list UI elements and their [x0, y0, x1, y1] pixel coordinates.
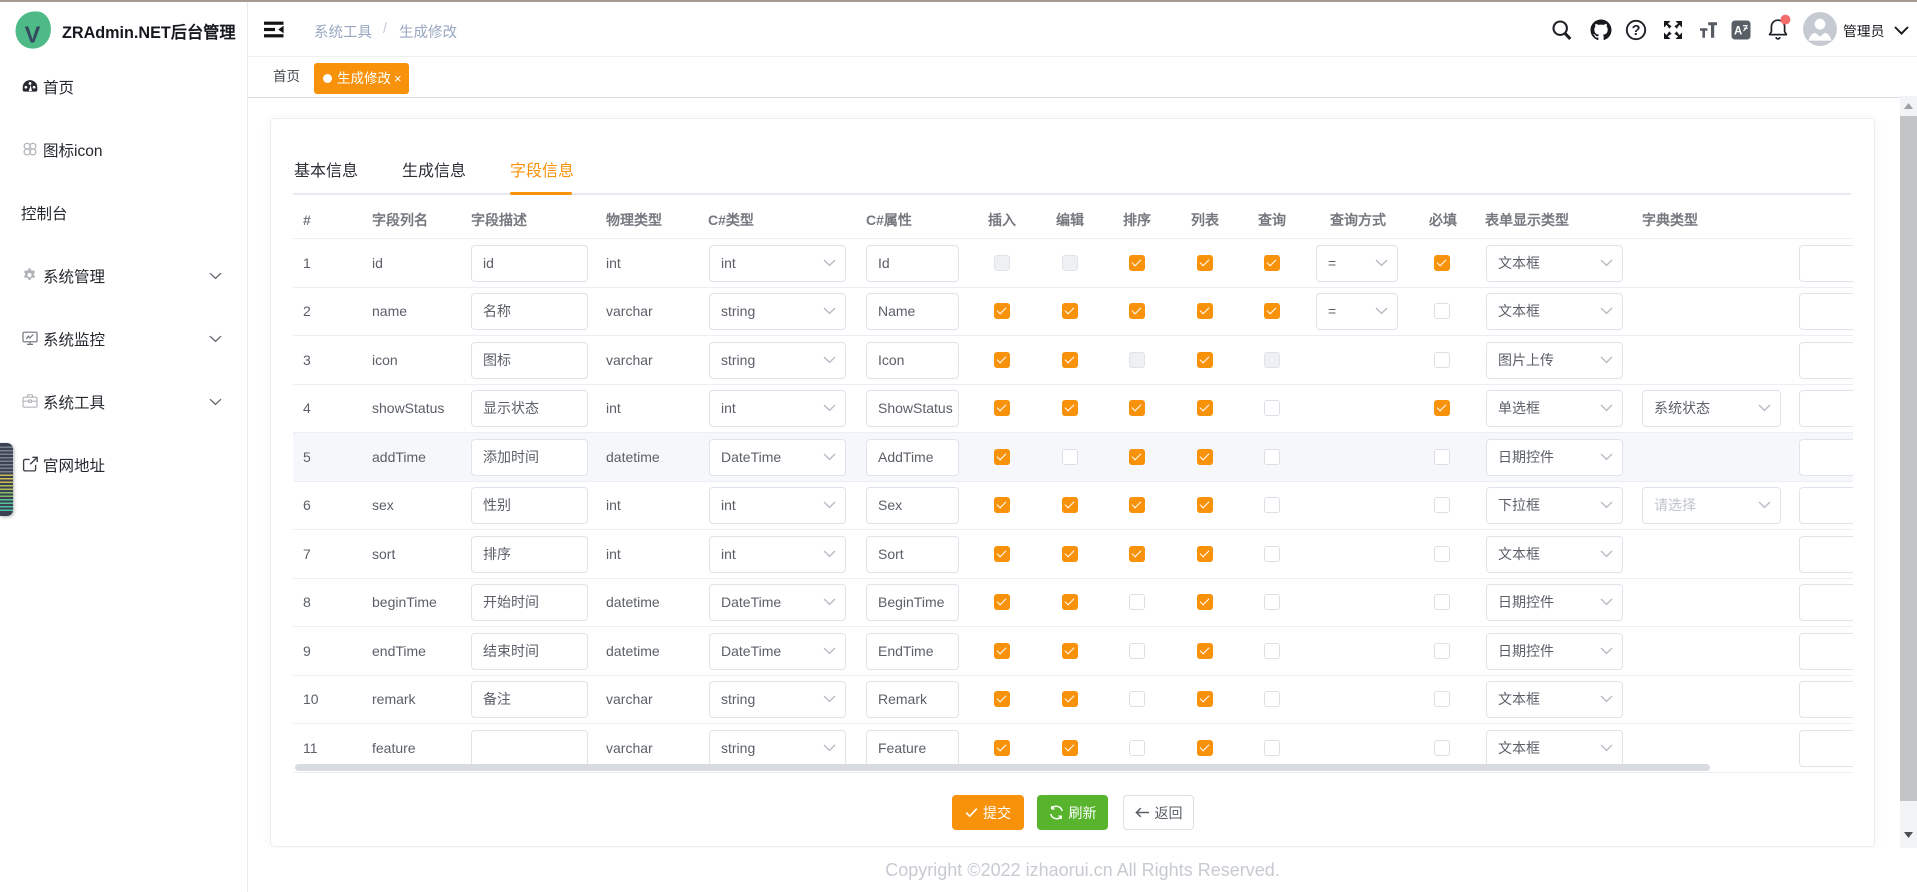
- svg-text:A: A: [1734, 25, 1742, 37]
- svg-text:V: V: [25, 22, 41, 48]
- svg-text:?: ?: [1632, 23, 1641, 39]
